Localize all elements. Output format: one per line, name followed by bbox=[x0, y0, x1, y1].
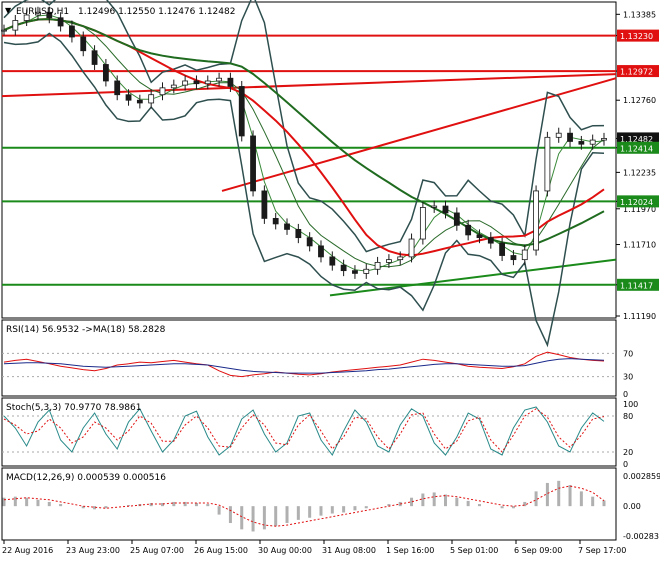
candle-body bbox=[136, 99, 143, 104]
candle-body bbox=[125, 94, 132, 101]
stoch-tick-label: 20 bbox=[623, 448, 633, 457]
chart-symbol: EURUSD,H1 bbox=[16, 7, 69, 17]
candle-body bbox=[465, 224, 472, 236]
candle-body bbox=[91, 50, 98, 65]
price-tick-label: 1.13385 bbox=[623, 10, 656, 19]
candle-body bbox=[499, 242, 506, 256]
candle-body bbox=[250, 135, 256, 192]
stoch-tick-label: 0 bbox=[623, 460, 628, 469]
candle-body bbox=[363, 268, 370, 274]
chart-canvas: 1.133851.132301.129721.127601.124821.124… bbox=[0, 0, 660, 560]
candle-body bbox=[487, 237, 494, 244]
candle-body bbox=[589, 139, 596, 145]
green-level-tag-2: 1.11417 bbox=[620, 281, 653, 290]
red-level-tag-1: 1.12972 bbox=[620, 68, 653, 77]
rsi-tick-label: 0 bbox=[623, 390, 628, 399]
candle-body bbox=[284, 223, 290, 230]
time-tick-label: 7 Sep 17:00 bbox=[578, 546, 626, 555]
stoch-title: Stoch(5,3,3) 70.9770 78.9861 bbox=[6, 403, 141, 413]
time-tick-label: 6 Sep 09:00 bbox=[514, 546, 562, 555]
candle-body bbox=[386, 259, 392, 263]
price-tick-label: 1.12235 bbox=[623, 168, 656, 177]
time-tick-label: 31 Aug 08:00 bbox=[322, 546, 376, 555]
candle-body bbox=[397, 256, 404, 261]
candle-body bbox=[442, 205, 449, 214]
candle-body bbox=[408, 238, 415, 258]
candle-body bbox=[295, 229, 302, 239]
rsi-title: RSI(14) 56.9532 ->MA(18) 58.2828 bbox=[6, 325, 166, 335]
price-tick-label: 1.11710 bbox=[623, 241, 656, 250]
candle-body bbox=[306, 237, 313, 247]
candle-body bbox=[521, 249, 528, 261]
candle-body bbox=[533, 190, 539, 251]
candle-body bbox=[476, 234, 483, 239]
macd-tick-label: -0.00283 bbox=[623, 532, 659, 541]
candle-body bbox=[329, 256, 336, 266]
time-tick-label: 25 Aug 07:00 bbox=[130, 546, 184, 555]
candle-body bbox=[170, 84, 177, 89]
green-level-tag-1: 1.12024 bbox=[620, 198, 653, 207]
time-tick-label: 23 Aug 23:00 bbox=[66, 546, 120, 555]
chart-ohlc: 1.12496 1.12550 1.12476 1.12482 bbox=[78, 7, 235, 17]
candle-body bbox=[555, 132, 562, 138]
candle-body bbox=[544, 136, 551, 192]
rsi-tick-label: 30 bbox=[623, 373, 633, 382]
price-tick-label: 1.11190 bbox=[623, 312, 656, 321]
macd-title: MACD(12,26,9) 0.000539 0.000516 bbox=[6, 473, 166, 483]
candle-body bbox=[453, 212, 460, 226]
candle-body bbox=[272, 218, 279, 225]
candle-body bbox=[193, 80, 200, 85]
candle-body bbox=[69, 25, 75, 38]
candle-body bbox=[419, 207, 426, 240]
candle-body bbox=[510, 255, 517, 261]
candle-body bbox=[57, 17, 64, 27]
candle-body bbox=[340, 264, 347, 272]
candle-body bbox=[159, 87, 166, 96]
candle-body bbox=[182, 80, 189, 86]
candle-body bbox=[318, 245, 324, 258]
time-tick-label: 30 Aug 00:00 bbox=[258, 546, 312, 555]
macd-tick-label: 0.002859 bbox=[623, 472, 660, 481]
rsi-tick-label: 70 bbox=[623, 349, 633, 358]
candle-body bbox=[431, 205, 438, 208]
candle-body bbox=[567, 132, 573, 142]
candle-body bbox=[12, 20, 19, 31]
red-level-tag-0: 1.13230 bbox=[620, 32, 653, 41]
candle-body bbox=[227, 77, 234, 87]
time-tick-label: 22 Aug 2016 bbox=[2, 546, 53, 555]
candle-body bbox=[352, 270, 358, 274]
candle-body bbox=[1, 29, 7, 32]
green-level-tag-0: 1.12414 bbox=[620, 144, 653, 153]
candle-body bbox=[204, 80, 211, 85]
candle-body bbox=[216, 77, 222, 82]
candle-body bbox=[102, 64, 109, 82]
price-tick-label: 1.12760 bbox=[623, 96, 656, 105]
macd-tick-label: 0.00 bbox=[623, 502, 641, 511]
dropdown-arrow-icon[interactable]: ▼ bbox=[5, 6, 12, 15]
chart-root: 1.133851.132301.129721.127601.124821.124… bbox=[0, 0, 660, 560]
candle-body bbox=[114, 80, 121, 96]
time-tick-label: 1 Sep 16:00 bbox=[386, 546, 434, 555]
candle-body bbox=[601, 138, 607, 141]
candle-body bbox=[261, 190, 268, 219]
candle-body bbox=[374, 261, 381, 270]
candle-body bbox=[238, 86, 245, 137]
stoch-tick-label: 80 bbox=[623, 412, 633, 421]
time-tick-label: 26 Aug 15:00 bbox=[194, 546, 248, 555]
candle-body bbox=[148, 94, 155, 104]
time-tick-label: 5 Sep 01:00 bbox=[450, 546, 498, 555]
candle-body bbox=[578, 141, 585, 145]
stoch-tick-label: 100 bbox=[623, 400, 638, 409]
candle-body bbox=[80, 36, 87, 52]
